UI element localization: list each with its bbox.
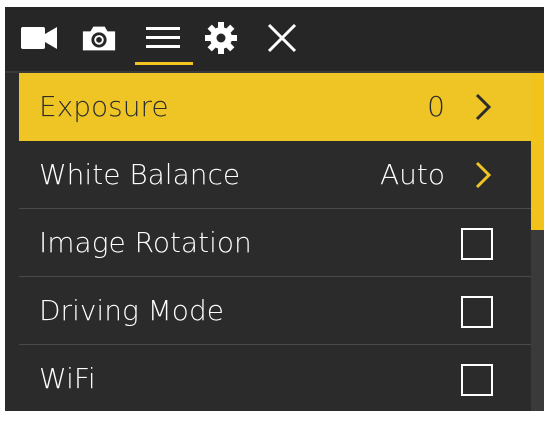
menu-item-label: White Balance: [39, 158, 241, 191]
menu-item-value: Auto: [379, 158, 445, 191]
menu-item-driving-mode[interactable]: Driving Mode: [19, 277, 531, 345]
driving-mode-checkbox[interactable]: [461, 296, 493, 328]
chevron-right-icon: [475, 93, 492, 121]
menu-icon[interactable]: [145, 21, 181, 55]
chevron-right-icon: [475, 161, 492, 189]
video-camera-icon[interactable]: [21, 21, 57, 55]
settings-gear-icon[interactable]: [203, 21, 239, 55]
photo-camera-icon[interactable]: [81, 21, 117, 55]
active-tab-indicator: [135, 62, 193, 65]
menu-item-value: 0: [427, 90, 445, 123]
wifi-checkbox[interactable]: [461, 364, 493, 396]
camera-settings-screen: Exposure 0 White Balance Auto Image Rota…: [5, 7, 544, 411]
menu-item-wifi[interactable]: WiFi: [19, 345, 531, 411]
menu-item-exposure[interactable]: Exposure 0: [19, 73, 531, 141]
menu-item-label: Exposure: [39, 90, 169, 123]
close-icon[interactable]: [264, 21, 300, 55]
top-toolbar: [5, 7, 544, 71]
menu-item-label: Image Rotation: [39, 226, 252, 259]
menu-item-image-rotation[interactable]: Image Rotation: [19, 209, 531, 277]
menu-item-label: Driving Mode: [39, 294, 224, 327]
image-rotation-checkbox[interactable]: [461, 228, 493, 260]
menu-item-label: WiFi: [39, 362, 96, 395]
scrollbar-thumb[interactable]: [531, 73, 544, 230]
menu-item-white-balance[interactable]: White Balance Auto: [19, 141, 531, 209]
settings-list: Exposure 0 White Balance Auto Image Rota…: [19, 73, 531, 411]
